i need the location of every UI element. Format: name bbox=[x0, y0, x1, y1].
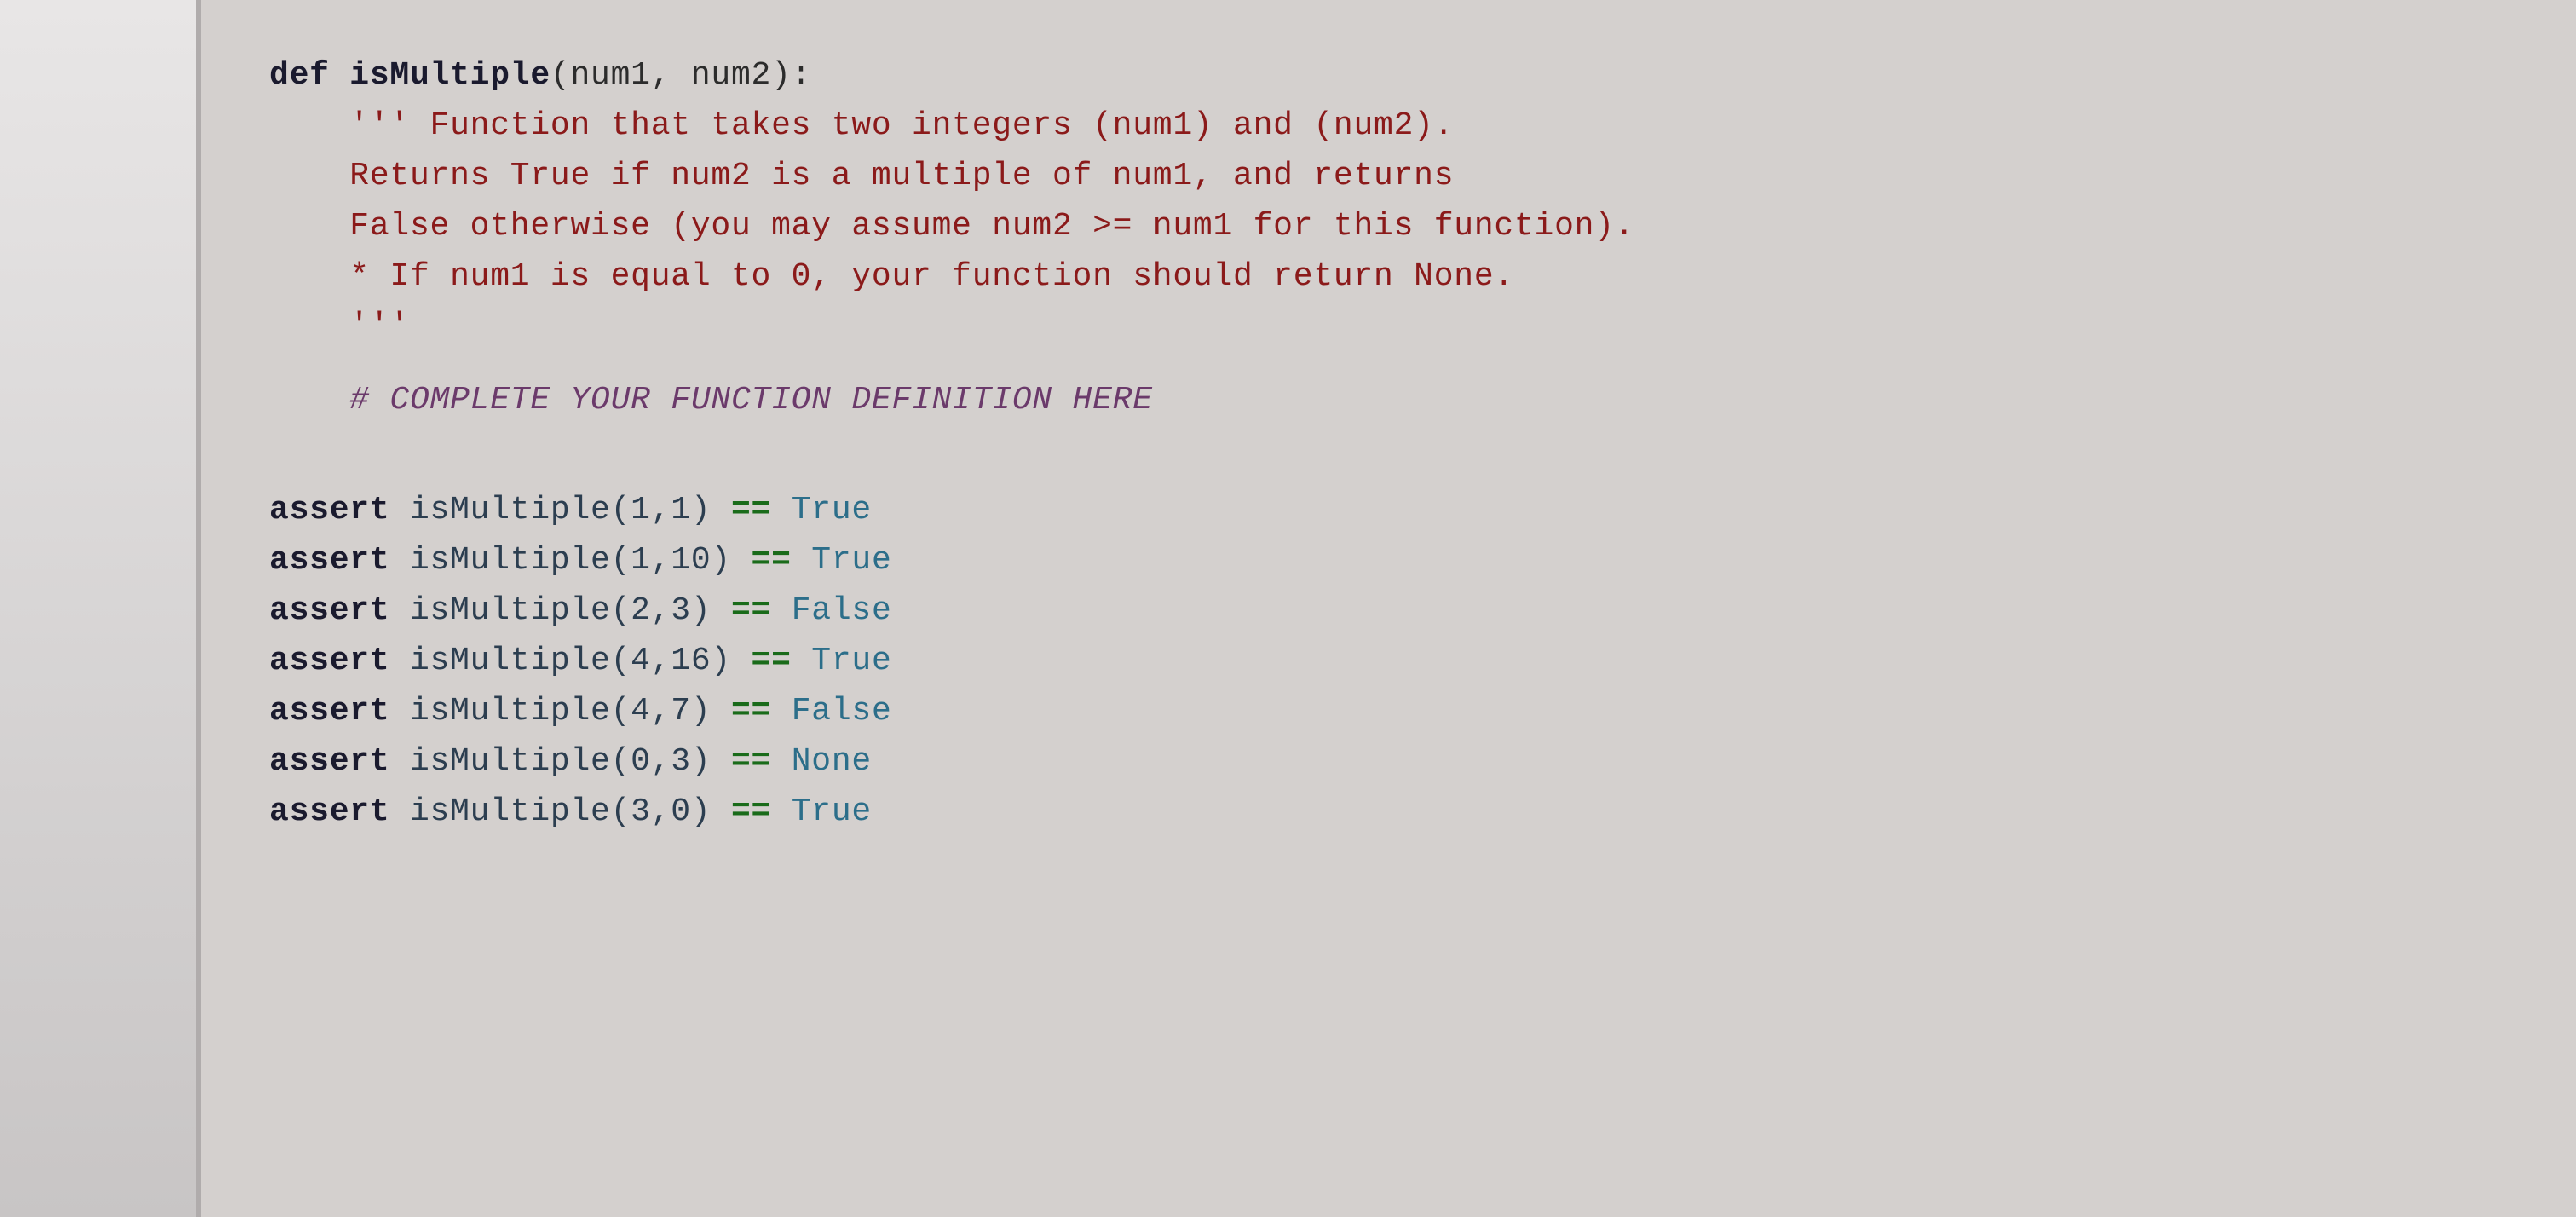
comment-line: # COMPLETE YOUR FUNCTION DEFINITION HERE bbox=[269, 376, 2508, 426]
comment-text: # COMPLETE YOUR FUNCTION DEFINITION HERE bbox=[269, 376, 1153, 426]
assert-keyword-6: assert bbox=[269, 787, 410, 838]
assert-keyword-1: assert bbox=[269, 536, 410, 586]
spacer-3 bbox=[269, 462, 2508, 486]
assert-op-3: == bbox=[731, 637, 811, 687]
main-content: def isMultiple(num1, num2): ''' Function… bbox=[201, 0, 2576, 1217]
spacer-1 bbox=[269, 352, 2508, 376]
docstring-text-3: False otherwise (you may assume num2 >= … bbox=[269, 202, 1634, 252]
assert-call-1: isMultiple(1,10) bbox=[410, 536, 731, 586]
assert-value-6: True bbox=[792, 787, 872, 838]
docstring-text-5: ''' bbox=[269, 302, 410, 352]
def-keyword: def bbox=[269, 51, 349, 101]
code-block: def isMultiple(num1, num2): ''' Function… bbox=[269, 51, 2508, 837]
docstring-text-2: Returns True if num2 is a multiple of nu… bbox=[269, 152, 1454, 202]
func-params: (num1, num2): bbox=[550, 51, 811, 101]
assert-value-3: True bbox=[811, 637, 891, 687]
assert-call-2: isMultiple(2,3) bbox=[410, 586, 711, 637]
docstring-text-4: * If num1 is equal to 0, your function s… bbox=[269, 252, 1514, 303]
assert-line-3: assert isMultiple(4,16) == True bbox=[269, 637, 2508, 687]
assert-call-4: isMultiple(4,7) bbox=[410, 687, 711, 737]
assert-line-1: assert isMultiple(1,10) == True bbox=[269, 536, 2508, 586]
left-panel bbox=[0, 0, 196, 1217]
assert-line-6: assert isMultiple(3,0) == True bbox=[269, 787, 2508, 838]
func-name: isMultiple bbox=[349, 51, 550, 101]
assert-line-4: assert isMultiple(4,7) == False bbox=[269, 687, 2508, 737]
assert-line-0: assert isMultiple(1,1) == True bbox=[269, 486, 2508, 536]
assert-line-5: assert isMultiple(0,3) == None bbox=[269, 737, 2508, 787]
docstring-line-1: ''' Function that takes two integers (nu… bbox=[269, 101, 2508, 152]
assert-keyword-2: assert bbox=[269, 586, 410, 637]
docstring-line-4: * If num1 is equal to 0, your function s… bbox=[269, 252, 2508, 303]
docstring-line-5: ''' bbox=[269, 302, 2508, 352]
assert-op-1: == bbox=[731, 536, 811, 586]
assert-op-0: == bbox=[711, 486, 791, 536]
assert-op-5: == bbox=[711, 737, 791, 787]
assert-op-6: == bbox=[711, 787, 791, 838]
spacer-2 bbox=[269, 426, 2508, 462]
assert-value-5: None bbox=[792, 737, 872, 787]
docstring-line-3: False otherwise (you may assume num2 >= … bbox=[269, 202, 2508, 252]
assert-call-3: isMultiple(4,16) bbox=[410, 637, 731, 687]
assert-call-0: isMultiple(1,1) bbox=[410, 486, 711, 536]
assert-value-0: True bbox=[792, 486, 872, 536]
assert-value-1: True bbox=[811, 536, 891, 586]
assert-op-2: == bbox=[711, 586, 791, 637]
assert-call-6: isMultiple(3,0) bbox=[410, 787, 711, 838]
assert-value-2: False bbox=[792, 586, 892, 637]
assert-value-4: False bbox=[792, 687, 892, 737]
assert-keyword-5: assert bbox=[269, 737, 410, 787]
def-line: def isMultiple(num1, num2): bbox=[269, 51, 2508, 101]
assert-call-5: isMultiple(0,3) bbox=[410, 737, 711, 787]
docstring-line-2: Returns True if num2 is a multiple of nu… bbox=[269, 152, 2508, 202]
assert-keyword-3: assert bbox=[269, 637, 410, 687]
assert-keyword-4: assert bbox=[269, 687, 410, 737]
assert-op-4: == bbox=[711, 687, 791, 737]
assert-keyword-0: assert bbox=[269, 486, 410, 536]
docstring-text-1: ''' Function that takes two integers (nu… bbox=[269, 101, 1454, 152]
assert-line-2: assert isMultiple(2,3) == False bbox=[269, 586, 2508, 637]
